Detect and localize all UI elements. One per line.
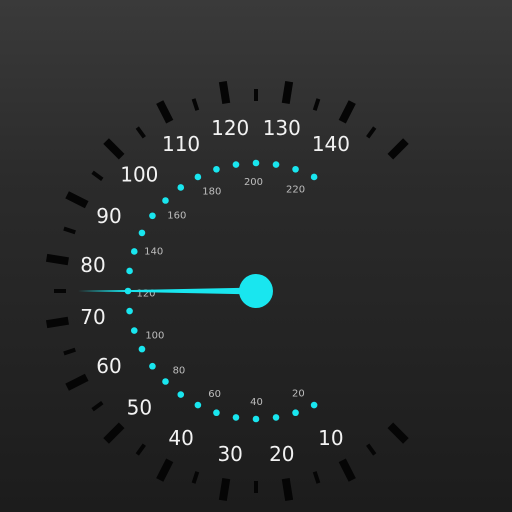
major-tick <box>45 316 69 329</box>
scale-dot <box>130 248 138 255</box>
minor-tick <box>366 443 377 456</box>
scale-dot <box>272 414 280 421</box>
major-tick <box>45 253 69 266</box>
primary-scale-label: 60 <box>96 354 121 378</box>
major-tick <box>65 191 89 209</box>
scale-dot <box>310 401 318 409</box>
primary-scale-label: 80 <box>80 253 105 277</box>
scale-dot <box>149 212 156 220</box>
minor-tick <box>135 126 146 139</box>
major-tick <box>218 80 231 104</box>
scale-dot <box>292 409 299 417</box>
major-tick <box>338 100 356 124</box>
speedometer-needle-group <box>78 274 273 308</box>
minor-tick <box>312 471 321 484</box>
minor-tick <box>63 226 76 235</box>
secondary-scale-label: 80 <box>173 365 186 376</box>
scale-dot <box>162 197 169 204</box>
primary-scale-label: 30 <box>217 442 242 466</box>
secondary-scale-label: 220 <box>286 184 305 195</box>
minor-tick <box>366 126 377 139</box>
scale-dot <box>194 401 202 409</box>
scale-dot <box>292 165 299 173</box>
primary-scale-label: 100 <box>120 162 158 186</box>
secondary-scale-label: 160 <box>167 211 186 222</box>
scale-dot <box>232 414 240 421</box>
major-tick <box>65 373 89 391</box>
speedometer-gauge: 102030405060708090100110120 130140 204060… <box>45 80 409 502</box>
secondary-scale-label: 140 <box>144 247 163 258</box>
primary-scale-label: 90 <box>96 204 121 228</box>
scale-dot <box>138 345 146 353</box>
minor-tick <box>91 401 104 412</box>
minor-tick <box>63 347 76 356</box>
primary-scale-label: 20 <box>269 442 294 466</box>
secondary-scale-label: 180 <box>202 186 221 197</box>
minor-tick <box>312 98 321 111</box>
needle-hub <box>239 274 273 308</box>
major-tick <box>156 100 174 124</box>
minor-tick <box>135 443 146 456</box>
secondary-scale-label: 60 <box>208 389 221 400</box>
speedometer-screen: 10 20 30 40 50 60 70 80 90 100 110 120 130 140 20 40 60… <box>0 0 512 512</box>
scale-dot <box>149 362 156 370</box>
speedometer-needle <box>78 287 246 295</box>
major-tick <box>103 422 125 444</box>
major-tick <box>387 138 409 160</box>
primary-scale-label: 110 <box>162 132 200 156</box>
major-tick <box>281 478 294 502</box>
minor-tick <box>191 471 200 484</box>
major-tick <box>338 458 356 482</box>
secondary-scale-label: 20 <box>292 389 305 400</box>
primary-scale-label: 70 <box>80 305 105 329</box>
secondary-scale-label: 100 <box>145 330 164 341</box>
scale-dot <box>130 327 138 334</box>
scale-dot <box>232 161 240 168</box>
secondary-scale-label: 40 <box>250 397 263 408</box>
primary-scale-label: 130 <box>263 116 301 140</box>
scale-dot <box>310 173 318 181</box>
scale-dot <box>252 415 260 423</box>
scale-dot <box>194 173 202 181</box>
major-tick <box>156 458 174 482</box>
primary-scale-label: 50 <box>127 396 152 420</box>
major-tick <box>218 478 231 502</box>
scale-dot <box>162 378 169 385</box>
minor-tick <box>191 98 200 111</box>
scale-dot <box>252 159 260 167</box>
scale-dot <box>138 229 146 237</box>
major-tick <box>103 138 125 160</box>
secondary-scale-label: 200 <box>244 177 263 188</box>
primary-scale-label: 120 <box>211 116 249 140</box>
scale-dot <box>213 409 220 417</box>
minor-tick <box>91 170 104 181</box>
scale-dot <box>126 267 133 275</box>
primary-scale-label: 10 <box>318 426 343 450</box>
major-tick <box>387 422 409 444</box>
primary-scale-label: 40 <box>168 426 193 450</box>
scale-dot <box>213 165 220 173</box>
scale-dot <box>177 391 185 398</box>
scale-dot <box>126 307 133 315</box>
major-tick <box>281 80 294 104</box>
scale-dot <box>177 184 185 191</box>
scale-dot <box>272 161 280 168</box>
primary-scale-label: 140 <box>312 132 350 156</box>
